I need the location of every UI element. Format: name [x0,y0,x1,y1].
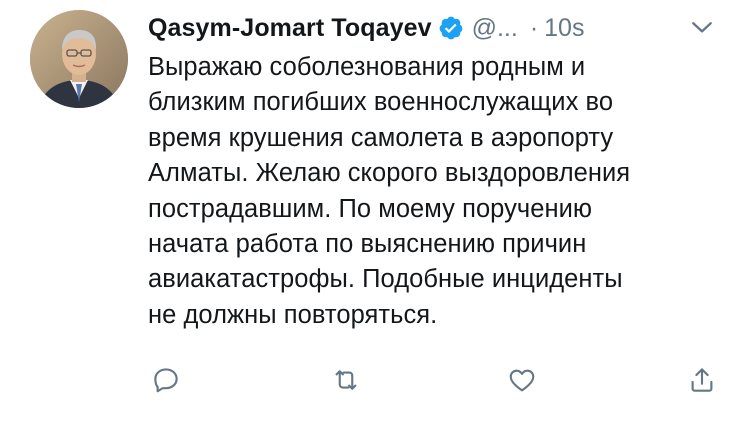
tweet[interactable]: Qasym-Jomart Toqayev @... · 10s Выражаю … [0,0,742,441]
more-options-button[interactable] [684,12,720,42]
tweet-text-line: время крушения самолета в аэропорту [148,123,614,152]
avatar-image [30,10,128,108]
author-handle[interactable]: @... [472,14,518,43]
share-button[interactable] [684,362,720,398]
author-name[interactable]: Qasym-Jomart Toqayev [148,14,432,43]
tweet-text-line: Выражаю соболезнования родным и [148,53,586,81]
tweet-text-line: Алматы. Желаю скорого выздоровления [148,159,631,188]
tweet-text-line: близким погибших военнослужащих во [148,88,614,117]
tweet-actions [148,362,720,398]
tweet-text-line: не должны повторяться. [148,300,438,329]
tweet-text-line: авиакатастрофы. Подобные инциденты [148,265,623,294]
timestamp[interactable]: 10s [544,14,584,43]
like-button[interactable] [504,362,540,398]
tweet-text: Выражаю соболезнования родным и близким … [148,50,718,333]
tweet-text-line: начата работа по выяснению причин [148,230,587,259]
share-icon [691,368,713,392]
retweet-button[interactable] [328,362,364,398]
tweet-text-line: пострадавшим. По моему поручению [148,194,593,223]
avatar[interactable] [30,10,128,108]
reply-icon [154,368,178,393]
chevron-down-icon [692,22,712,33]
verified-badge-icon [438,15,464,41]
retweet-icon [335,370,357,390]
tweet-header: Qasym-Jomart Toqayev @... · 10s [148,10,584,46]
reply-button[interactable] [148,362,184,398]
separator-dot: · [529,13,539,42]
like-icon [509,369,535,392]
